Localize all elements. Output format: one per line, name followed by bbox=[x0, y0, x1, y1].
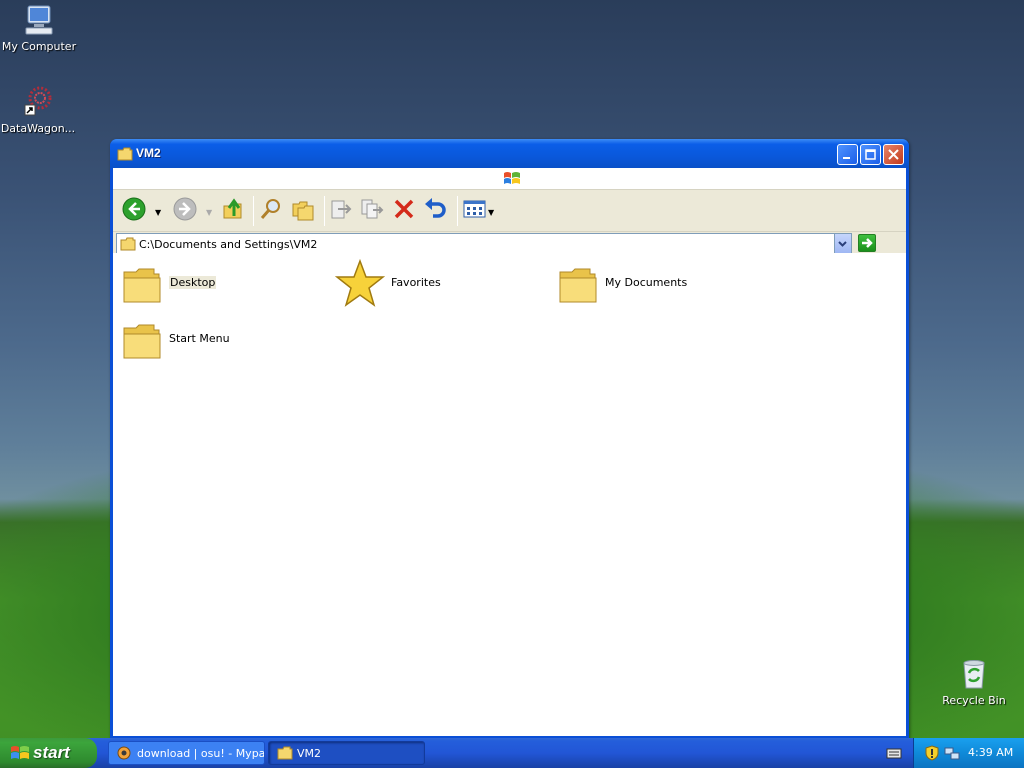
folders-button[interactable] bbox=[290, 196, 320, 226]
views-dropdown-icon[interactable]: ▼ bbox=[488, 208, 494, 217]
clock[interactable]: 4:39 AM bbox=[968, 746, 1013, 759]
start-label: start bbox=[33, 743, 70, 762]
folder-item-favorites[interactable]: Favorites bbox=[335, 259, 535, 307]
delete-x-icon bbox=[394, 199, 414, 219]
delete-button[interactable] bbox=[391, 196, 421, 226]
forward-arrow-icon bbox=[173, 197, 197, 221]
minimize-button[interactable] bbox=[837, 144, 858, 165]
search-icon bbox=[260, 199, 280, 219]
back-dropdown-icon[interactable]: ▼ bbox=[155, 208, 161, 217]
toolbar-separator bbox=[457, 196, 458, 226]
toolbar-separator bbox=[253, 196, 254, 226]
folder-item-desktop[interactable]: Desktop bbox=[121, 264, 321, 310]
folder-icon bbox=[277, 746, 293, 760]
taskbar-button-browser[interactable]: download | osu! - Mypal bbox=[108, 741, 265, 765]
folder-icon bbox=[120, 237, 136, 251]
windows-logo-icon bbox=[11, 746, 29, 759]
recycle-bin-icon bbox=[957, 657, 991, 691]
undo-icon bbox=[425, 198, 446, 218]
chevron-down-icon bbox=[838, 241, 847, 247]
desktop-icon-recycle-bin[interactable]: Recycle Bin bbox=[936, 657, 1012, 707]
undo-button[interactable] bbox=[422, 196, 452, 226]
folder-icon bbox=[123, 268, 161, 303]
folder-icon bbox=[559, 268, 597, 303]
go-arrow-icon bbox=[862, 238, 873, 248]
title-bar[interactable]: VM2 bbox=[110, 139, 909, 168]
taskbar-button-vm2[interactable]: VM2 bbox=[268, 741, 425, 765]
go-button[interactable] bbox=[858, 234, 876, 252]
item-label: Desktop bbox=[169, 276, 217, 289]
search-button[interactable] bbox=[258, 196, 288, 226]
copy-to-button[interactable] bbox=[359, 196, 389, 226]
keyboard-icon[interactable] bbox=[886, 747, 902, 759]
address-input[interactable]: C:\Documents and Settings\VM2 bbox=[116, 233, 852, 254]
toolbar-separator bbox=[324, 196, 325, 226]
window-title: VM2 bbox=[136, 146, 161, 160]
task-label: download | osu! - Mypal bbox=[137, 747, 265, 760]
windows-logo-icon bbox=[504, 172, 520, 184]
desktop-icon-label: My Computer bbox=[1, 40, 77, 53]
forward-dropdown-icon[interactable]: ▼ bbox=[206, 208, 212, 217]
address-bar: C:\Documents and Settings\VM2 bbox=[113, 232, 906, 255]
folder-item-my-documents[interactable]: My Documents bbox=[557, 264, 757, 310]
desktop-icon-label: DataWagon... bbox=[0, 122, 76, 135]
desktop-icon-label: Recycle Bin bbox=[942, 694, 1006, 707]
move-to-icon bbox=[331, 200, 352, 219]
item-label: Favorites bbox=[391, 276, 441, 289]
explorer-window: VM2 ▼ ▼ ▼ C:\Documents and Settings\VM2 … bbox=[110, 139, 909, 739]
desktop-icon-datawagon[interactable]: DataWagon... bbox=[0, 85, 76, 135]
up-folder-icon bbox=[223, 198, 242, 219]
desktop-icon-my-computer[interactable]: My Computer bbox=[1, 3, 77, 53]
menu-bar bbox=[113, 168, 906, 190]
maximize-button[interactable] bbox=[860, 144, 881, 165]
computer-icon bbox=[22, 3, 56, 37]
forward-button[interactable] bbox=[172, 196, 202, 226]
folders-icon bbox=[292, 201, 314, 221]
taskbar: start download | osu! - Mypal VM2 4:39 A… bbox=[0, 738, 1024, 768]
move-to-button[interactable] bbox=[328, 196, 358, 226]
item-label: Start Menu bbox=[169, 332, 230, 345]
item-label: My Documents bbox=[605, 276, 688, 289]
folder-item-start-menu[interactable]: Start Menu bbox=[121, 320, 321, 366]
back-button[interactable] bbox=[121, 196, 151, 226]
file-view[interactable]: Desktop Favorites My Documents Start Men… bbox=[113, 253, 906, 736]
close-button[interactable] bbox=[883, 144, 904, 165]
system-tray: 4:39 AM bbox=[913, 738, 1024, 768]
start-button[interactable]: start bbox=[0, 738, 97, 768]
standard-toolbar: ▼ ▼ ▼ bbox=[113, 190, 906, 232]
address-text: C:\Documents and Settings\VM2 bbox=[139, 238, 318, 251]
network-icon[interactable] bbox=[944, 745, 960, 761]
address-dropdown-button[interactable] bbox=[834, 234, 851, 253]
security-shield-icon[interactable] bbox=[924, 745, 940, 761]
star-icon bbox=[335, 259, 385, 307]
up-folder-button[interactable] bbox=[221, 196, 251, 226]
copy-to-icon bbox=[361, 199, 384, 219]
task-label: VM2 bbox=[297, 747, 322, 760]
folder-icon bbox=[117, 147, 133, 161]
views-icon bbox=[463, 200, 486, 218]
browser-icon bbox=[117, 746, 131, 760]
folder-icon bbox=[123, 324, 161, 359]
back-arrow-icon bbox=[122, 197, 146, 221]
datawagon-icon bbox=[21, 85, 55, 119]
